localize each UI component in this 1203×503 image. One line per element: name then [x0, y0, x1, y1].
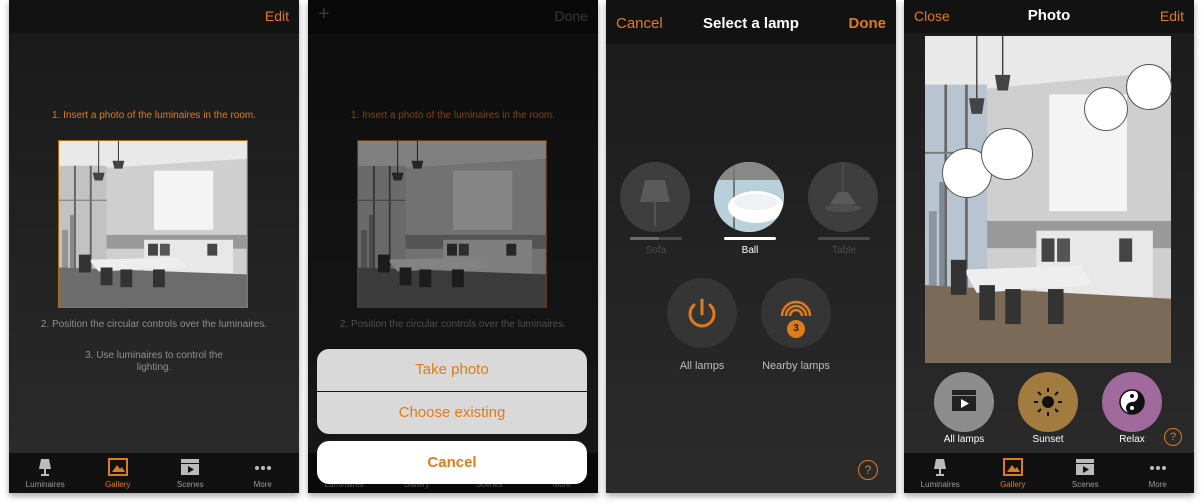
- ball-lamp-icon: [714, 162, 784, 232]
- gallery-icon: [1002, 458, 1023, 476]
- lamp-option-sofa[interactable]: [620, 162, 690, 232]
- instruction-step-3: 3. Use luminaires to control the lightin…: [85, 350, 223, 373]
- clapper-icon: [952, 390, 976, 411]
- nearby-lamps-label: Nearby lamps: [762, 360, 830, 372]
- more-icon: [1149, 466, 1166, 470]
- tab-label: Luminaires: [25, 480, 65, 489]
- lamp-label: Ball: [741, 245, 759, 256]
- all-lamps-label: All lamps: [679, 360, 725, 372]
- done-button[interactable]: Done: [849, 15, 887, 32]
- choose-existing-button[interactable]: Choose existing: [317, 392, 587, 434]
- lamp-icon: [39, 459, 52, 476]
- cancel-button[interactable]: Cancel: [317, 441, 587, 484]
- take-photo-button[interactable]: Take photo: [317, 349, 587, 391]
- tab-gallery[interactable]: Gallery: [977, 453, 1050, 493]
- instruction-step-1: 1. Insert a photo of the luminaires in t…: [52, 110, 256, 121]
- tab-luminaires[interactable]: Luminaires: [904, 453, 977, 493]
- yin-yang-icon: [1119, 389, 1145, 415]
- brightness-bar: [724, 237, 776, 240]
- all-lamps-button[interactable]: [667, 278, 737, 348]
- sun-icon: [1034, 388, 1062, 416]
- scene-label: Sunset: [1032, 434, 1064, 445]
- help-button[interactable]: ?: [858, 460, 878, 480]
- room-photo[interactable]: [58, 140, 248, 308]
- tab-luminaires[interactable]: Luminaires: [9, 453, 82, 493]
- scene-sunset[interactable]: [1018, 372, 1078, 432]
- lamp-label: Sofa: [645, 245, 667, 256]
- tab-gallery[interactable]: Gallery: [82, 453, 155, 493]
- brightness-bar: [630, 237, 682, 240]
- lamp-label: Table: [832, 245, 856, 256]
- tab-label: Gallery: [105, 480, 131, 489]
- screen-select-lamp: Cancel Select a lamp Done Sofa Ball Tabl…: [606, 0, 896, 493]
- lamp-control-pendant[interactable]: [1126, 64, 1172, 110]
- tab-label: More: [1148, 480, 1167, 489]
- screen-gallery-empty: Edit 1. Insert a photo of the luminaires…: [9, 0, 299, 493]
- edit-button[interactable]: Edit: [265, 8, 289, 24]
- tab-label: Scenes: [1071, 480, 1099, 489]
- lamp-option-table[interactable]: [808, 162, 878, 232]
- page-title: Photo: [1027, 7, 1071, 24]
- clapper-icon: [181, 459, 200, 475]
- tab-label: Gallery: [1000, 480, 1026, 489]
- room-image: [59, 141, 247, 307]
- nav-bar: Cancel Select a lamp Done: [606, 0, 896, 44]
- lamp-control-table[interactable]: [1084, 87, 1128, 131]
- tab-label: Luminaires: [920, 480, 960, 489]
- brightness-bar: [818, 237, 870, 240]
- edit-button[interactable]: Edit: [1160, 8, 1184, 24]
- tab-bar: Luminaires Gallery Scenes More: [904, 453, 1194, 493]
- help-button[interactable]: ?: [1164, 428, 1182, 446]
- instruction-step-2: 2. Position the circular controls over t…: [40, 319, 268, 330]
- pendant-lamp-icon: [825, 162, 861, 212]
- tab-label: More: [253, 480, 272, 489]
- lamp-option-ball[interactable]: [714, 162, 784, 232]
- tab-more[interactable]: More: [227, 453, 300, 493]
- floor-lamp-icon: [640, 180, 670, 226]
- tab-label: Scenes: [176, 480, 204, 489]
- lamp-icon: [934, 459, 947, 476]
- nav-bar: Close Photo Edit: [904, 0, 1194, 33]
- content-area: [606, 44, 896, 493]
- lamp-control-ball[interactable]: [981, 128, 1033, 180]
- nearby-lamps-button[interactable]: 3: [761, 278, 831, 348]
- clapper-icon: [1076, 459, 1095, 475]
- screen-photo-controls: Close Photo Edit All lamps Sunset Relax …: [904, 0, 1194, 493]
- tab-scenes[interactable]: Scenes: [1049, 453, 1122, 493]
- tab-scenes[interactable]: Scenes: [154, 453, 227, 493]
- more-icon: [254, 466, 271, 470]
- signal-icon: [780, 300, 812, 338]
- tab-more[interactable]: More: [1122, 453, 1195, 493]
- scene-all-lamps[interactable]: [934, 372, 994, 432]
- scene-label: Relax: [1119, 434, 1145, 445]
- gallery-icon: [107, 458, 128, 476]
- tab-bar: Luminaires Gallery Scenes More: [9, 453, 299, 493]
- nearby-count-badge: 3: [793, 323, 799, 334]
- nav-bar: Edit: [9, 0, 299, 33]
- screen-photo-action-sheet: + Done 1. Insert a photo of the luminair…: [308, 0, 598, 493]
- scene-relax[interactable]: [1102, 372, 1162, 432]
- power-icon: [688, 298, 716, 328]
- scene-label: All lamps: [943, 434, 985, 445]
